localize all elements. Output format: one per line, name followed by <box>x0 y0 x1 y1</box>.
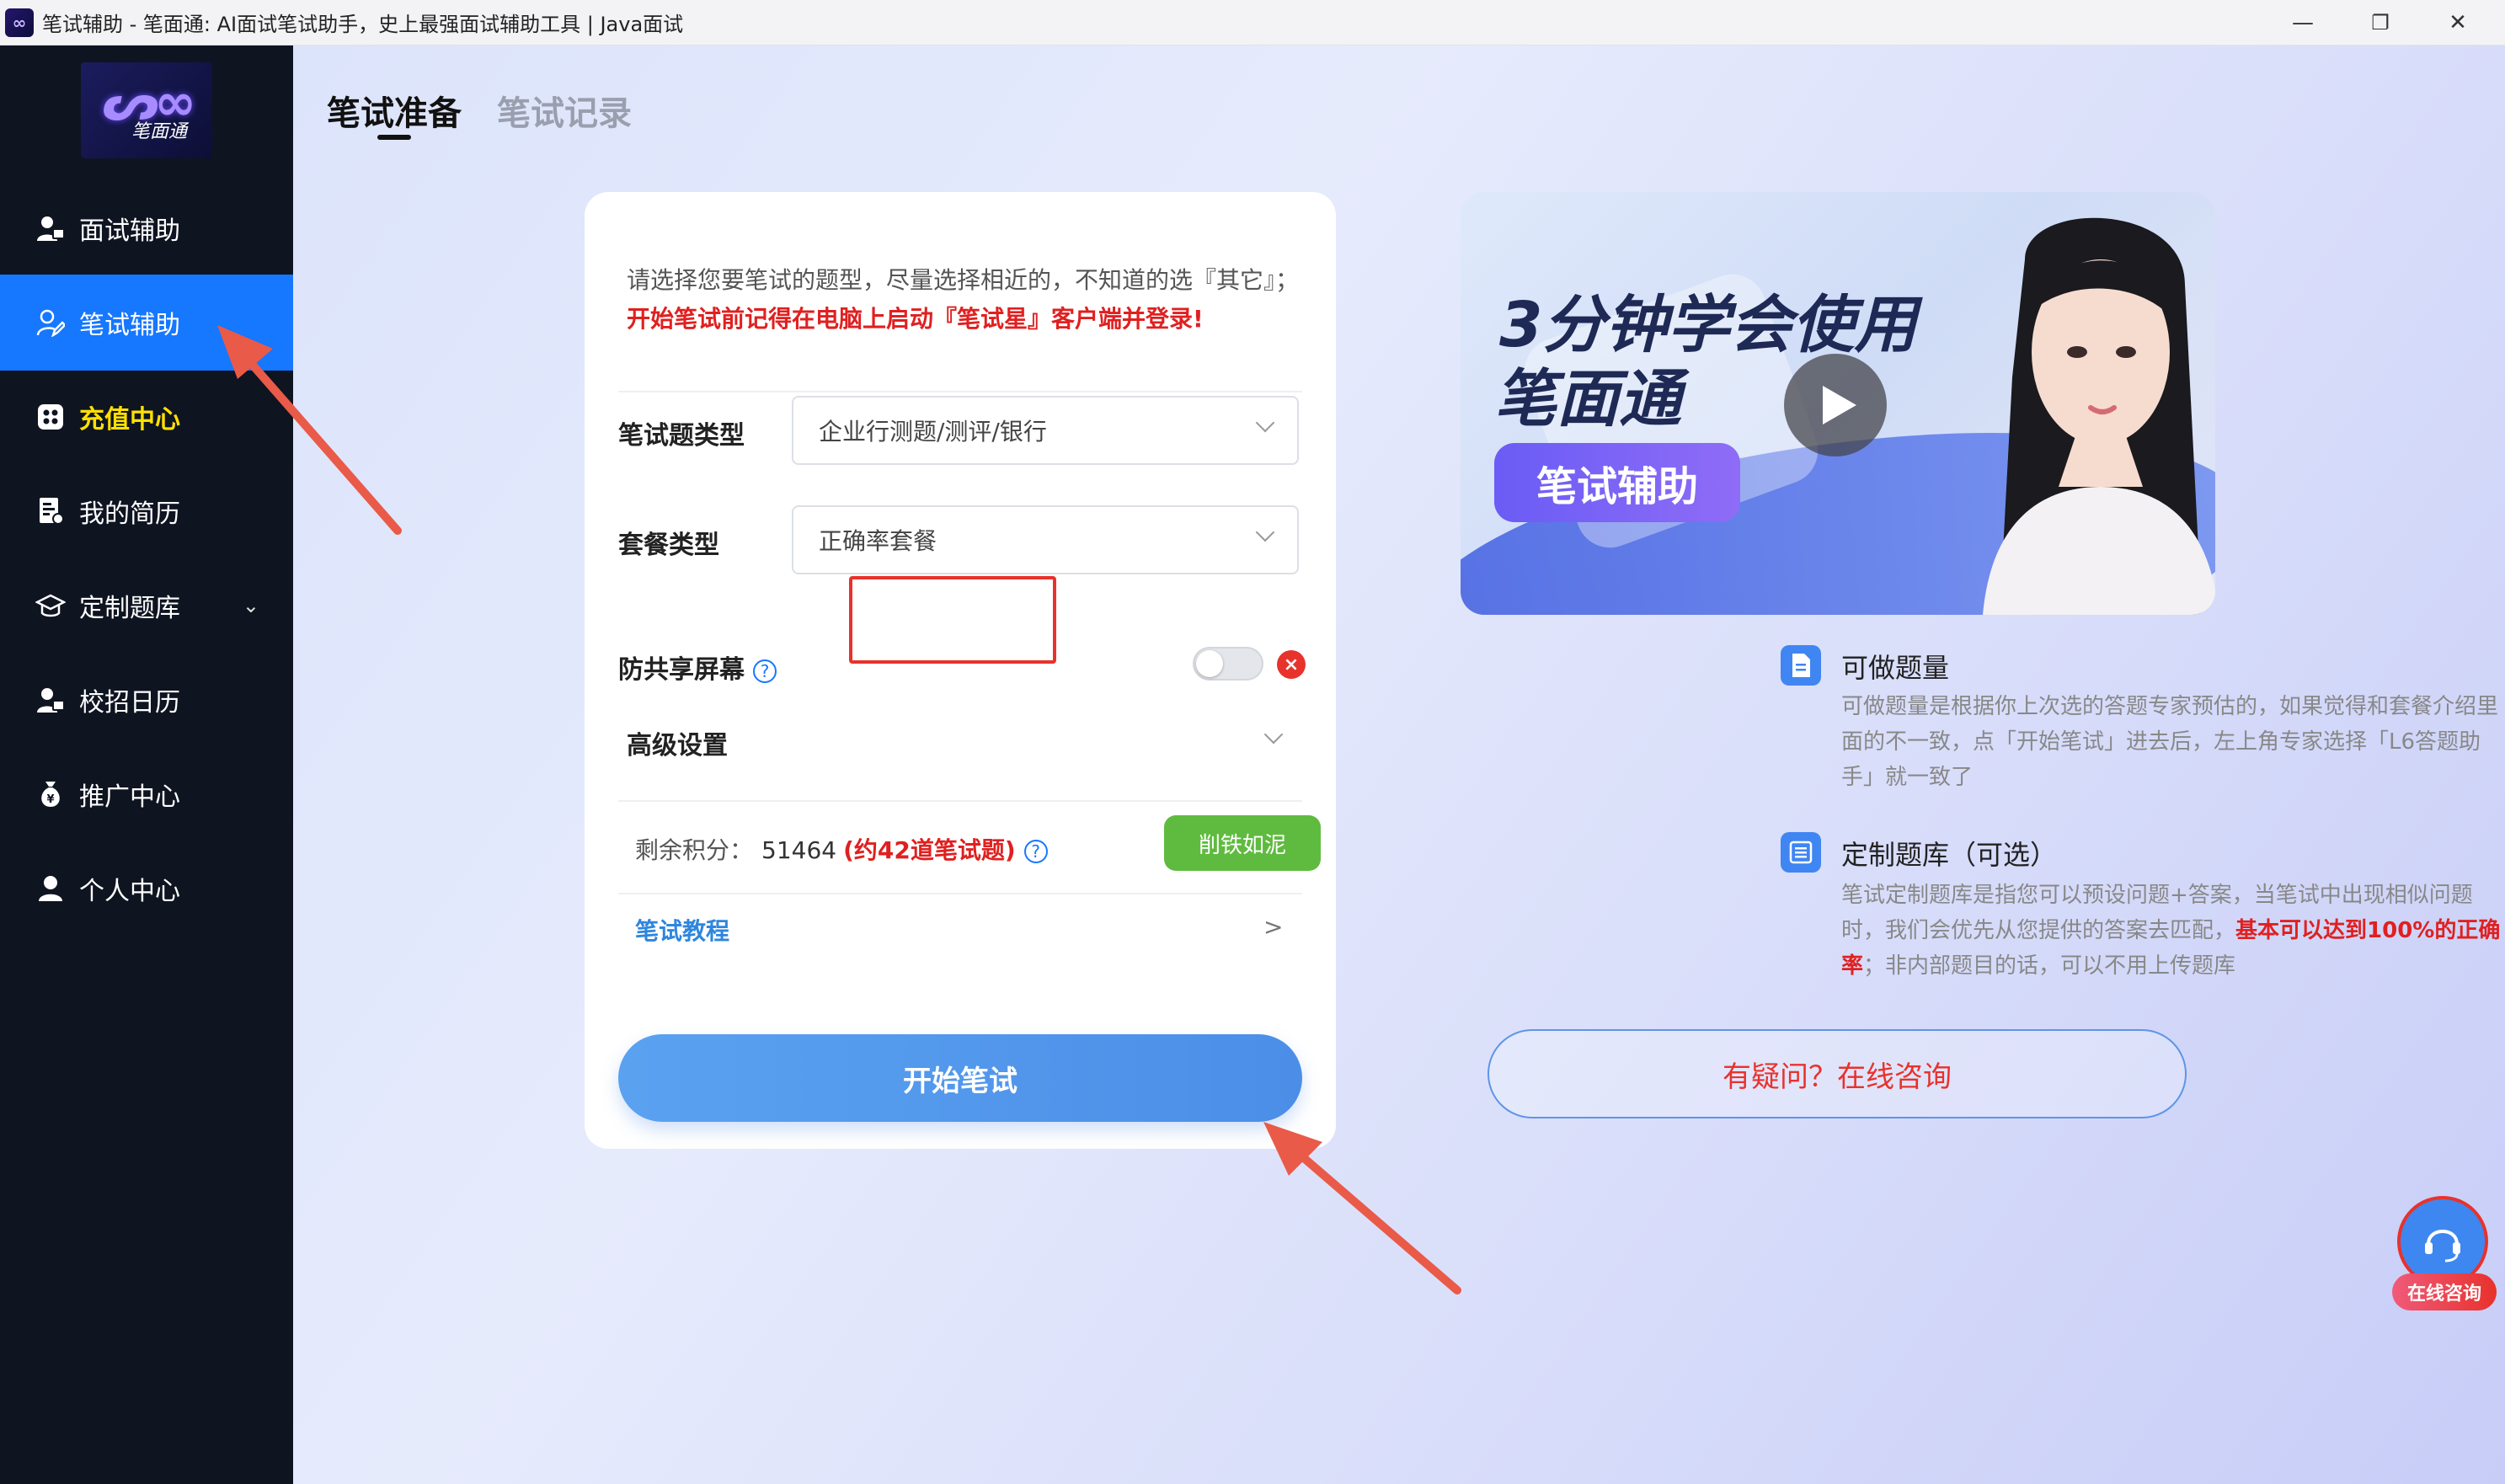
user-edit-icon <box>35 307 66 338</box>
logo-text: 笔面通 <box>131 121 187 142</box>
sidebar-item-label: 面试辅助 <box>79 216 180 246</box>
grid-icon <box>35 402 66 432</box>
points-action-button[interactable]: 削铁如泥 <box>1164 815 1321 871</box>
banner-portrait-image <box>1983 217 2215 615</box>
resume-icon <box>35 496 66 526</box>
points-label: 剩余积分： <box>635 836 754 864</box>
app-logo-icon: ∞ <box>5 8 34 37</box>
chevron-down-icon[interactable] <box>1263 724 1284 745</box>
package-type-select[interactable]: 正确率套餐 <box>792 505 1299 574</box>
window-title: 笔试辅助 - 笔面通: AI面试笔试助手，史上最强面试辅助工具 | Java面试 <box>42 13 684 36</box>
document-icon <box>1781 645 1821 686</box>
exam-notice: 请选择您要笔试的题型，尽量选择相近的，不知道的选『其它』； 开始笔试前记得在电脑… <box>627 261 1301 339</box>
money-bag-icon: ¥ <box>35 779 66 809</box>
anti-share-label: 防共享屏幕 <box>618 655 745 685</box>
sidebar-item-promotion[interactable]: ¥ 推广中心 <box>0 746 293 842</box>
points-hint: (约42道笔试题) <box>843 836 1016 864</box>
minimize-button[interactable]: — <box>2264 0 2342 45</box>
exam-type-value: 企业行测题/测评/银行 <box>819 418 1047 446</box>
sidebar-item-campus-calendar[interactable]: 校招日历 <box>0 652 293 748</box>
restore-button[interactable]: ❐ <box>2342 0 2419 45</box>
start-exam-button[interactable]: 开始笔试 <box>618 1034 1302 1122</box>
list-icon <box>1781 832 1821 873</box>
divider <box>618 893 1302 894</box>
sidebar-item-label: 校招日历 <box>79 688 180 718</box>
chevron-down-icon <box>1255 413 1275 433</box>
graduation-cap-icon <box>35 590 66 621</box>
sidebar-item-label: 我的简历 <box>79 499 180 529</box>
divider <box>618 391 1302 392</box>
exam-settings-card: 请选择您要笔试的题型，尽量选择相近的，不知道的选『其它』； 开始笔试前记得在电脑… <box>585 192 1336 1149</box>
anti-share-row: 防共享屏幕? <box>618 649 777 686</box>
close-circle-icon[interactable]: × <box>1277 650 1306 679</box>
brand-logo[interactable]: ᔕ∞ 笔面通 <box>81 62 212 158</box>
close-window-button[interactable]: ✕ <box>2419 0 2497 45</box>
sidebar-item-interview-assist[interactable]: 面试辅助 <box>0 180 293 276</box>
tutorial-link[interactable]: 笔试教程 <box>635 913 729 947</box>
sidebar-item-resume[interactable]: 我的简历 <box>0 463 293 559</box>
advanced-settings-label[interactable]: 高级设置 <box>627 724 728 761</box>
banner-headline-2: 笔面通 <box>1494 363 1681 435</box>
tab-written-prep[interactable]: 笔试准备 <box>327 86 462 135</box>
points-row: 剩余积分： 51464 (约42道笔试题)? <box>635 832 1048 866</box>
package-type-value: 正确率套餐 <box>819 527 937 555</box>
notice-warning: 开始笔试前记得在电脑上启动『笔试星』客户端并登录! <box>627 305 1204 333</box>
tutorial-video-banner[interactable]: 3分钟学会使用 笔面通 笔试辅助 <box>1461 192 2215 615</box>
chevron-down-icon <box>1255 522 1275 542</box>
online-consult-button[interactable]: 有疑问？在线咨询 <box>1488 1029 2187 1118</box>
notice-text: 请选择您要笔试的题型，尽量选择相近的，不知道的选『其它』； <box>627 266 1300 294</box>
highlight-box <box>849 576 1056 664</box>
quota-text: 可做题量是根据你上次选的答题专家预估的，如果觉得和套餐介绍里面的不一致，点「开始… <box>1841 694 2499 790</box>
main-content: 笔试准备 笔试记录 请选择您要笔试的题型，尽量选择相近的，不知道的选『其它』； … <box>293 45 2505 1484</box>
help-icon[interactable]: ? <box>1023 840 1048 863</box>
toggle-knob <box>1196 650 1223 677</box>
svg-text:¥: ¥ <box>46 793 54 806</box>
help-icon[interactable]: ? <box>753 659 777 683</box>
play-icon[interactable] <box>1784 354 1887 456</box>
exam-type-select[interactable]: 企业行测题/测评/银行 <box>792 396 1299 465</box>
title-bar: ∞ 笔试辅助 - 笔面通: AI面试笔试助手，史上最强面试辅助工具 | Java… <box>0 0 2505 45</box>
sidebar-item-label: 定制题库 <box>79 594 180 623</box>
chevron-right-icon[interactable]: > <box>1263 913 1283 941</box>
points-value: 51464 <box>761 836 837 864</box>
sidebar-item-label: 推广中心 <box>79 782 180 812</box>
package-type-label: 套餐类型 <box>618 531 719 560</box>
sidebar-item-written-assist[interactable]: 笔试辅助 <box>0 275 293 371</box>
sidebar-item-profile[interactable]: 个人中心 <box>0 841 293 937</box>
divider <box>618 800 1302 802</box>
person-icon <box>35 873 66 904</box>
exam-type-label: 笔试题类型 <box>618 421 745 451</box>
sidebar-item-label: 充值中心 <box>79 405 180 435</box>
sidebar: ᔕ∞ 笔面通 面试辅助 笔试辅助 充值中心 我的简历 定制题库 ⌄ 校招日历 ¥… <box>0 45 293 1484</box>
tab-written-records[interactable]: 笔试记录 <box>497 86 632 135</box>
sidebar-item-label: 笔试辅助 <box>79 311 180 340</box>
calendar-user-icon <box>35 685 66 715</box>
sidebar-item-label: 个人中心 <box>79 877 180 906</box>
quota-title: 可做题量 <box>1841 652 1950 684</box>
chevron-down-icon[interactable]: ⌄ <box>243 594 259 617</box>
custom-bank-text: 笔试定制题库是指您可以预设问题+答案，当笔试中出现相似问题时，我们会优先从您提供… <box>1841 878 2505 984</box>
anti-share-toggle[interactable] <box>1193 647 1263 681</box>
sidebar-item-custom-bank[interactable]: 定制题库 ⌄ <box>0 558 293 654</box>
float-consult-label[interactable]: 在线咨询 <box>2392 1273 2497 1311</box>
custom-bank-text-end: ；非内部题目的话，可以不用上传题库 <box>1863 953 2236 979</box>
user-tie-icon <box>35 213 66 243</box>
custom-bank-title: 定制题库（可选） <box>1841 839 2058 871</box>
active-tab-indicator <box>377 135 411 140</box>
sidebar-item-recharge[interactable]: 充值中心 <box>0 369 293 465</box>
banner-tag: 笔试辅助 <box>1494 443 1740 522</box>
